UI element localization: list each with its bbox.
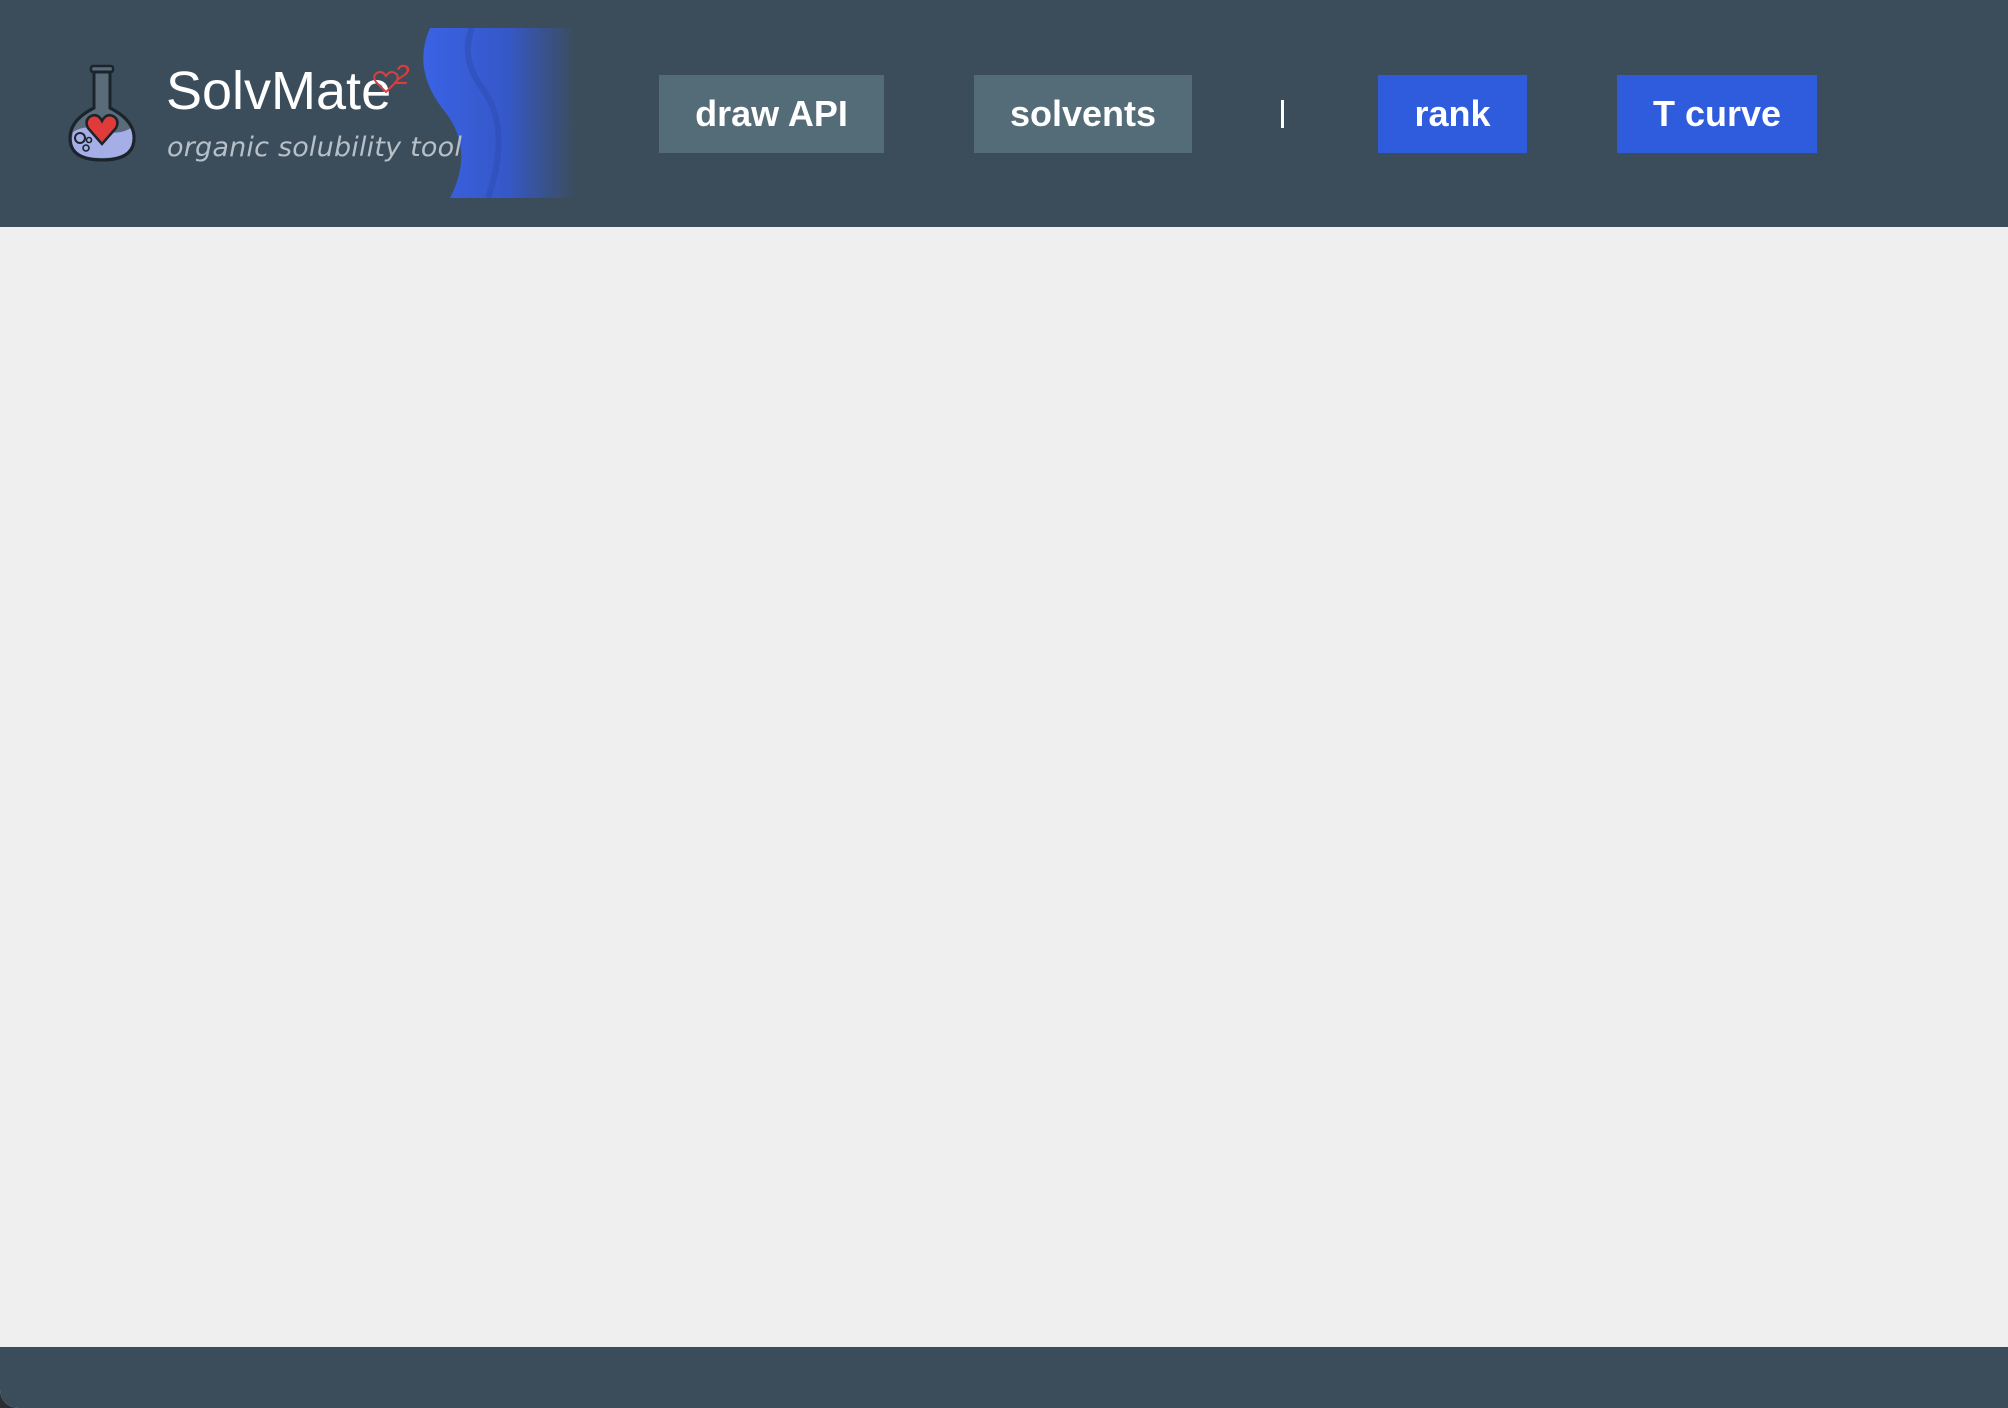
flask-heart-icon bbox=[68, 64, 136, 162]
nav-separator bbox=[1281, 100, 1284, 128]
rank-button[interactable]: rank bbox=[1378, 75, 1527, 153]
draw-api-button[interactable]: draw API bbox=[659, 75, 884, 153]
footer-bar bbox=[0, 1347, 2008, 1408]
app-title: SolvMate bbox=[166, 61, 392, 121]
app-window: SolvMate 2 organic solubility tool draw … bbox=[0, 0, 2008, 1408]
heart-squared-icon: 2 bbox=[373, 62, 410, 94]
title-superscript: 2 bbox=[393, 62, 410, 90]
app-subtitle: organic solubility tool bbox=[167, 132, 463, 163]
solvents-button[interactable]: solvents bbox=[974, 75, 1192, 153]
top-header: SolvMate 2 organic solubility tool draw … bbox=[0, 0, 2008, 227]
app-logo[interactable]: SolvMate 2 organic solubility tool bbox=[66, 28, 576, 198]
main-content-area bbox=[0, 227, 2008, 1347]
wave-decoration bbox=[423, 28, 576, 198]
t-curve-button[interactable]: T curve bbox=[1617, 75, 1817, 153]
